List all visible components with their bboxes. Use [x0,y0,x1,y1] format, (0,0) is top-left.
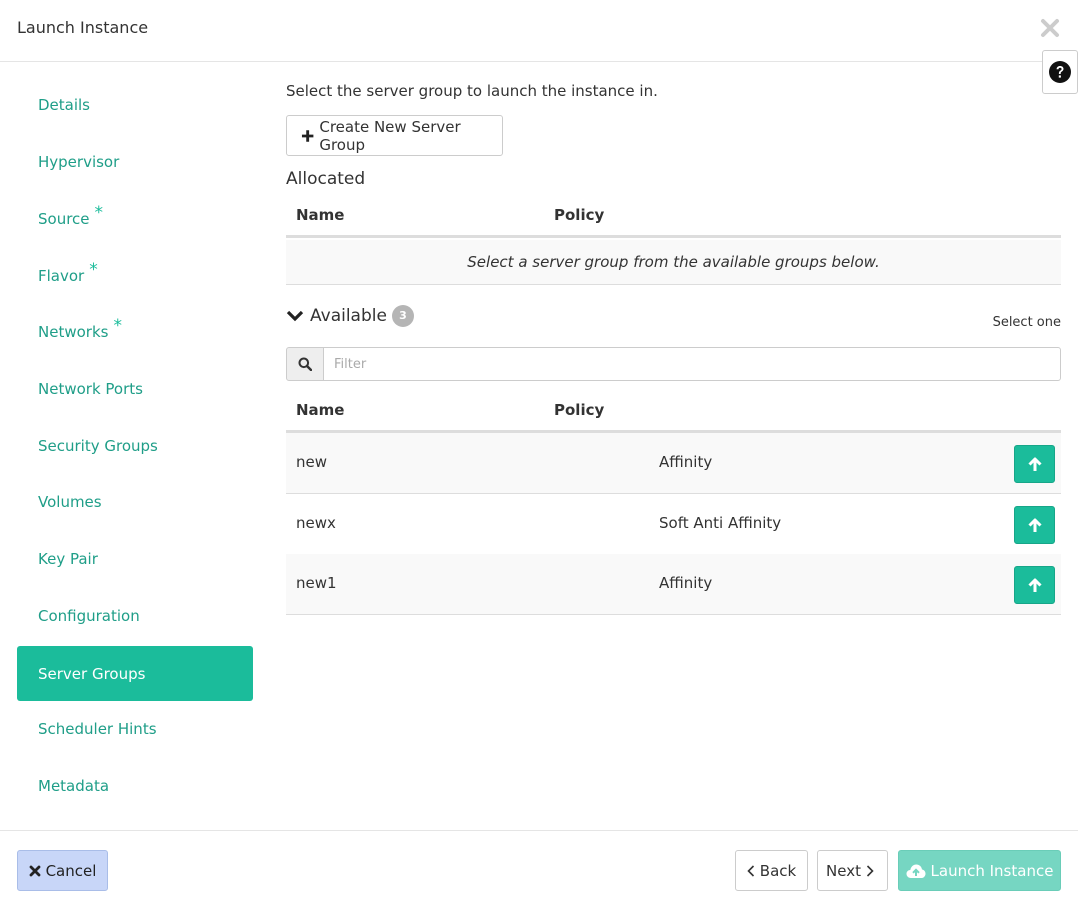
table-row: newx Soft Anti Affinity [286,494,1061,555]
nav-item-networks[interactable]: Networks * [17,304,253,359]
close-icon[interactable] [1038,16,1062,40]
allocate-button[interactable] [1014,566,1055,604]
allocated-table-header: Name Policy [286,198,1061,238]
help-button[interactable] [1042,50,1078,94]
arrow-up-icon [1027,578,1042,592]
available-table-header: Name Policy [286,393,1061,433]
select-one-hint: Select one [992,315,1061,330]
nav-item-label: Volumes [38,492,102,511]
required-marker: * [113,315,122,336]
modal-footer: Cancel Back Next Launch Instance [0,830,1078,908]
server-group-policy: Affinity [659,453,713,471]
allocate-button[interactable] [1014,506,1055,544]
back-label: Back [759,861,797,880]
nav-item-server-groups[interactable]: Server Groups [17,646,253,701]
cloud-upload-icon [906,864,926,878]
available-count-badge: 3 [391,305,414,327]
nav-item-label: Hypervisor [38,152,120,171]
modal-header: Launch Instance [0,0,1078,62]
column-header-name: Name [296,206,345,224]
arrow-up-icon [1027,457,1042,471]
table-row: new Affinity [286,433,1061,494]
required-marker: * [94,202,104,223]
table-row: new1 Affinity [286,554,1061,615]
column-header-policy: Policy [554,206,605,224]
nav-item-volumes[interactable]: Volumes [17,474,253,529]
server-group-name: newx [296,514,336,532]
nav-item-flavor[interactable]: Flavor * [17,248,253,303]
launch-instance-button[interactable]: Launch Instance [898,850,1061,891]
allocated-title: Allocated [286,169,366,189]
chevron-down-icon [286,310,304,322]
server-group-policy: Affinity [659,574,713,592]
filter-addon [286,347,324,381]
next-label: Next [826,861,861,880]
nav-item-scheduler-hints[interactable]: Scheduler Hints [17,701,253,756]
filter-input[interactable] [323,347,1061,381]
nav-item-label: Source [38,209,90,228]
available-toggle[interactable]: Available 3 [286,305,414,327]
create-server-group-label: Create New Server Group [319,117,461,154]
chevron-right-icon [866,864,874,877]
question-circle-icon [1049,61,1071,83]
column-header-policy: Policy [554,401,605,419]
server-group-name: new1 [296,574,337,592]
allocate-button[interactable] [1014,445,1055,483]
chevron-left-icon [747,864,754,877]
nav-item-label: Flavor [38,266,85,285]
nav-item-label: Key Pair [38,549,98,568]
nav-item-label: Scheduler Hints [38,719,157,738]
server-group-policy: Soft Anti Affinity [659,514,782,532]
next-button[interactable]: Next [817,850,888,891]
cancel-label: Cancel [45,861,97,880]
search-icon [298,357,312,371]
nav-item-security-groups[interactable]: Security Groups [17,418,253,473]
nav-item-key-pair[interactable]: Key Pair [17,531,253,586]
nav-item-label: Network Ports [38,379,143,398]
nav-item-label: Metadata [38,776,110,795]
back-button[interactable]: Back [735,850,808,891]
nav-item-label: Security Groups [38,436,158,455]
allocated-empty-message: Select a server group from the available… [286,240,1061,285]
create-server-group-button[interactable]: Create New Server Group [286,115,503,156]
nav-item-configuration[interactable]: Configuration [17,588,253,643]
column-header-name: Name [296,401,345,419]
nav-item-label: Server Groups [38,664,146,683]
nav-item-label: Details [38,95,91,114]
launch-instance-label: Launch Instance [930,861,1054,880]
nav-item-network-ports[interactable]: Network Ports [17,361,253,416]
server-group-name: new [296,453,328,471]
available-title: Available [310,306,387,326]
intro-text: Select the server group to launch the in… [286,82,658,100]
arrow-up-icon [1027,518,1042,532]
nav-item-label: Configuration [38,606,140,625]
required-marker: * [89,259,98,280]
nav-item-source[interactable]: Source * [17,191,253,246]
plus-icon [301,129,314,142]
filter-group [286,347,1061,381]
nav-item-hypervisor[interactable]: Hypervisor [17,134,253,189]
cancel-button[interactable]: Cancel [17,850,108,891]
nav-item-details[interactable]: Details [17,77,253,132]
nav-item-metadata[interactable]: Metadata [17,758,253,813]
nav-item-label: Networks [38,322,109,341]
times-icon [29,865,40,876]
modal-title: Launch Instance [17,18,149,37]
